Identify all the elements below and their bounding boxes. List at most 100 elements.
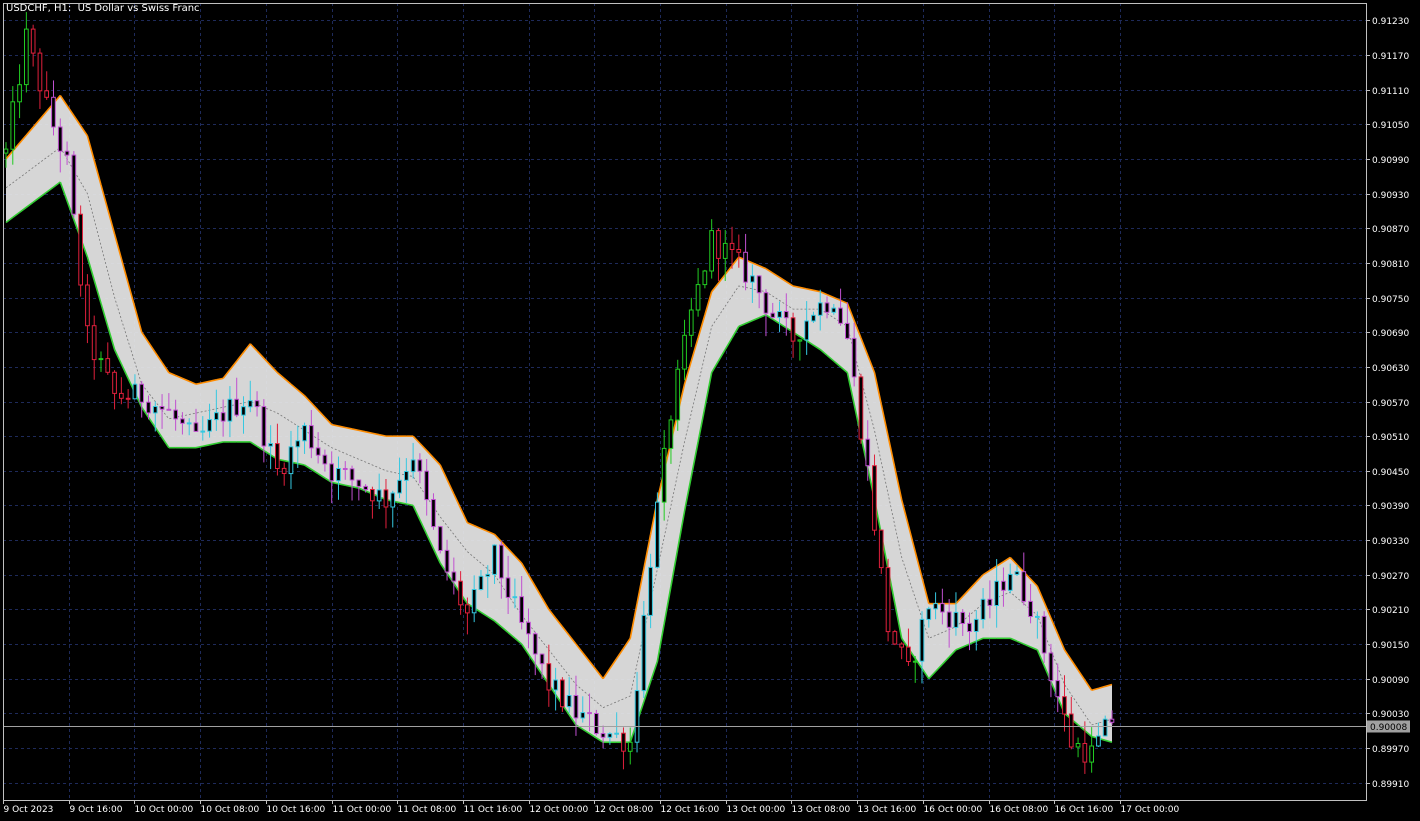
candle-body [376,489,382,502]
candle-body [356,479,362,487]
candle-body [51,96,56,128]
candle-body [404,471,409,481]
x-tick-label: 11 Oct 00:00 [333,805,392,815]
candle-body [641,614,647,692]
candle-body [309,425,314,449]
candle-body [960,611,966,625]
candle-body [1035,615,1040,618]
x-tick-label: 11 Oct 16:00 [464,805,523,815]
candle-body [247,400,253,408]
candle-body [91,325,97,361]
candle-body [790,317,796,342]
candle-body [845,322,850,339]
candle-body [702,270,708,286]
price-chart[interactable]: 0.90008 0.91230 0.91170 0.91110 0.91050 0.90… [0,0,1420,821]
candle-body [24,28,29,86]
x-tick-label: 10 Oct 00:00 [135,805,194,815]
candle-body [17,84,22,103]
y-tick-label: 0.90330 [1372,537,1409,547]
candle-body [397,479,402,494]
y-tick-label: 0.90870 [1372,225,1409,235]
candle-body [465,604,470,614]
candle-body [743,251,748,283]
candle-body [994,580,999,606]
candle-body [30,28,36,54]
candle-body [261,406,267,447]
candle-body [1028,600,1033,618]
candle-body [763,292,769,314]
y-tick-label: 0.91050 [1372,121,1409,131]
candle-body [1068,713,1074,748]
candle-body [288,446,294,475]
candle-body [1014,571,1020,575]
candle-body [695,284,701,311]
candle-body [78,213,84,286]
candle-body [336,468,341,482]
candle-body [872,465,877,531]
candle-body [105,358,111,373]
y-tick-label: 0.89910 [1372,780,1409,790]
candle-body [899,643,904,648]
candle-body [152,406,158,414]
candle-body [44,90,49,98]
y-tick-label: 0.90630 [1372,364,1409,374]
candle-body [1021,571,1027,602]
candle-body [471,589,477,614]
candle-body [817,302,823,316]
candle-body [580,712,586,719]
candle-body [824,302,830,313]
candle-body [139,383,145,403]
candle-body [329,463,334,482]
y-tick-label: 0.91230 [1372,17,1409,27]
candle-body [424,470,429,501]
candle-body [804,320,809,341]
y-tick-label: 0.90270 [1372,572,1409,582]
candle-body [98,358,104,361]
candle-body [444,549,450,573]
candle-body [1055,680,1061,698]
candle-body [1062,696,1067,715]
candle-body [987,598,993,606]
candle-body [281,467,287,474]
candle-body [295,440,301,448]
candle-body [342,468,348,470]
y-tick-label: 0.90510 [1372,433,1409,443]
candle-body [10,101,16,150]
candle-body [322,454,328,465]
candle-body [858,376,864,440]
candle-body [750,275,755,283]
candle-body [485,573,491,577]
candle-body [146,401,151,414]
x-tick-label: 10 Oct 08:00 [201,805,260,815]
candle-body [906,646,911,662]
candle-body [1109,718,1115,723]
candle-body [783,311,789,319]
candle-body [655,501,660,568]
candle-body [797,339,803,342]
x-tick-label: 12 Oct 16:00 [661,805,720,815]
candle-body [315,447,321,456]
candle-body [200,430,206,433]
envelope-band [5,94,1113,744]
y-tick-label: 0.90690 [1372,329,1409,339]
bid-line: 0.90008 [3,720,1410,733]
candle-body [268,443,273,447]
candle-body [607,733,613,738]
candle-body [851,337,857,378]
candle-body [560,679,565,708]
candle-body [675,368,681,421]
candle-body [254,400,260,408]
candle-body [553,679,558,691]
candle-body [600,733,606,738]
candle-body [193,422,199,432]
candle-body [417,459,423,472]
y-tick-label: 0.91170 [1372,52,1409,62]
candle-body [709,230,714,272]
candle-body [478,575,484,590]
candle-body [125,397,131,400]
y-tick-label: 0.90990 [1372,156,1409,166]
candle-body [770,312,776,318]
candle-body [688,309,694,336]
x-tick-label: 13 Oct 08:00 [792,805,851,815]
candle-body [57,126,63,152]
